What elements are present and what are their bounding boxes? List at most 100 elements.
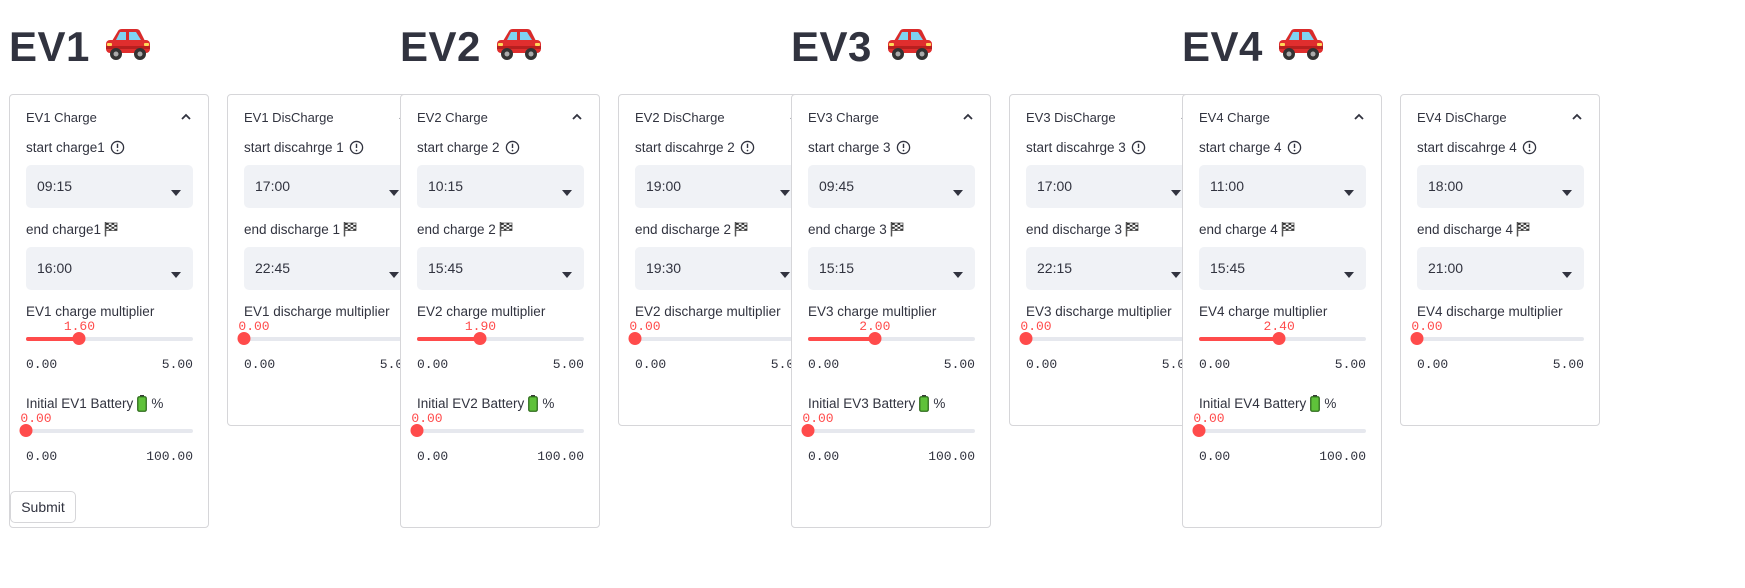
start-time-label-text: start discahrge 3 xyxy=(1026,140,1126,155)
expander-header[interactable]: EV4 Charge xyxy=(1183,95,1381,139)
help-icon[interactable] xyxy=(896,140,911,155)
slider-track[interactable] xyxy=(1199,332,1366,345)
expander-header[interactable]: EV1 Charge xyxy=(10,95,208,139)
end-time-select[interactable]: 15:15 xyxy=(808,247,975,290)
end-time-label-text: end discharge 3 xyxy=(1026,221,1123,237)
battery-label-unit: % xyxy=(542,396,555,411)
ev-heading-text: EV4 xyxy=(1182,23,1263,70)
multiplier-slider[interactable]: 2.40 0.00 5.00 xyxy=(1199,319,1366,379)
slider-thumb[interactable] xyxy=(801,424,815,437)
start-time-select[interactable]: 11:00 xyxy=(1199,165,1366,208)
select-value: 15:15 xyxy=(819,260,855,276)
help-icon[interactable] xyxy=(740,140,755,155)
help-icon[interactable] xyxy=(505,140,520,155)
expander-header[interactable]: EV4 DisCharge xyxy=(1401,95,1599,139)
multiplier-label-text: EV3 charge multiplier xyxy=(808,304,937,319)
battery-label-text: Initial EV3 Battery xyxy=(808,396,916,411)
slider-thumb[interactable] xyxy=(72,332,86,345)
battery-slider[interactable]: 0.00 0.00 100.00 xyxy=(801,411,975,471)
expander-title: EV1 DisCharge xyxy=(244,110,334,125)
chevron-up-icon[interactable] xyxy=(962,109,974,120)
slider-thumb[interactable] xyxy=(473,332,487,345)
expander-title: EV2 DisCharge xyxy=(635,110,725,125)
multiplier-slider[interactable]: 2.00 0.00 5.00 xyxy=(808,319,975,379)
slider-thumb[interactable] xyxy=(410,424,424,437)
chevron-up-icon[interactable] xyxy=(1571,109,1583,120)
help-icon[interactable] xyxy=(349,140,364,155)
expander-title: EV2 Charge xyxy=(417,110,488,125)
slider-track[interactable] xyxy=(26,332,193,345)
slider-track[interactable] xyxy=(237,332,411,345)
end-time-select[interactable]: 19:30 xyxy=(635,247,802,290)
multiplier-slider[interactable]: 0.00 0.00 5.00 xyxy=(237,319,411,379)
start-time-select[interactable]: 17:00 xyxy=(1026,165,1193,208)
battery-label-text: Initial EV2 Battery xyxy=(417,396,525,411)
slider-thumb[interactable] xyxy=(868,332,882,345)
help-icon[interactable] xyxy=(1287,140,1302,155)
slider-thumb[interactable] xyxy=(237,332,251,345)
chevron-up-icon[interactable] xyxy=(571,109,583,120)
slider-track[interactable] xyxy=(1019,332,1193,345)
battery-label: Initial EV2 Battery% xyxy=(417,395,554,412)
start-time-select[interactable]: 09:45 xyxy=(808,165,975,208)
slider-max-label: 100.00 xyxy=(1319,449,1366,464)
expander-header[interactable]: EV2 Charge xyxy=(401,95,599,139)
expander-header[interactable]: EV3 Charge xyxy=(792,95,990,139)
select-value: 09:15 xyxy=(37,178,73,194)
slider-thumb[interactable] xyxy=(628,332,642,345)
end-time-select[interactable]: 16:00 xyxy=(26,247,193,290)
help-icon[interactable] xyxy=(110,140,125,155)
slider-track[interactable] xyxy=(410,424,584,437)
multiplier-slider[interactable]: 1.60 0.00 5.00 xyxy=(26,319,193,379)
slider-track[interactable] xyxy=(417,332,584,345)
multiplier-slider[interactable]: 0.00 0.00 5.00 xyxy=(1019,319,1193,379)
slider-track[interactable] xyxy=(19,424,193,437)
multiplier-slider[interactable]: 0.00 0.00 5.00 xyxy=(1410,319,1584,379)
slider-thumb[interactable] xyxy=(1019,332,1033,345)
start-time-select[interactable]: 17:00 xyxy=(244,165,411,208)
start-time-select[interactable]: 10:15 xyxy=(417,165,584,208)
battery-icon xyxy=(1310,395,1321,412)
help-icon[interactable] xyxy=(1131,140,1146,155)
slider-track[interactable] xyxy=(1192,424,1366,437)
end-time-select[interactable]: 15:45 xyxy=(417,247,584,290)
multiplier-slider[interactable]: 1.90 0.00 5.00 xyxy=(417,319,584,379)
ev2-discharge-expander: EV2 DisCharge start discahrge 2 19:00 end d… xyxy=(618,94,818,426)
slider-min-label: 0.00 xyxy=(26,357,58,372)
start-time-select[interactable]: 09:15 xyxy=(26,165,193,208)
slider-track[interactable] xyxy=(808,332,975,345)
select-value: 15:45 xyxy=(428,260,464,276)
end-time-select[interactable]: 22:15 xyxy=(1026,247,1193,290)
battery-label: Initial EV4 Battery% xyxy=(1199,395,1336,412)
select-value: 19:00 xyxy=(646,178,682,194)
expander-header[interactable]: EV2 DisCharge xyxy=(619,95,817,139)
battery-slider[interactable]: 0.00 0.00 100.00 xyxy=(1192,411,1366,471)
end-time-select[interactable]: 22:45 xyxy=(244,247,411,290)
start-time-select[interactable]: 18:00 xyxy=(1417,165,1584,208)
slider-track[interactable] xyxy=(801,424,975,437)
end-time-select[interactable]: 21:00 xyxy=(1417,247,1584,290)
expander-header[interactable]: EV1 DisCharge xyxy=(228,95,426,139)
battery-slider[interactable]: 0.00 0.00 100.00 xyxy=(410,411,584,471)
multiplier-slider[interactable]: 0.00 0.00 5.00 xyxy=(628,319,802,379)
submit-button[interactable]: Submit xyxy=(10,491,76,523)
chevron-up-icon[interactable] xyxy=(1353,109,1365,120)
slider-thumb[interactable] xyxy=(19,424,33,437)
ev-heading: EV1 xyxy=(9,26,152,68)
ev-heading: EV4 xyxy=(1182,26,1325,68)
battery-slider[interactable]: 0.00 0.00 100.00 xyxy=(19,411,193,471)
start-time-label-text: start discahrge 1 xyxy=(244,140,344,155)
slider-track[interactable] xyxy=(1410,332,1584,345)
select-value: 11:00 xyxy=(1210,178,1244,194)
multiplier-label: EV2 discharge multiplier xyxy=(635,304,781,319)
slider-thumb[interactable] xyxy=(1272,332,1286,345)
slider-track[interactable] xyxy=(628,332,802,345)
start-time-select[interactable]: 19:00 xyxy=(635,165,802,208)
help-icon[interactable] xyxy=(1522,140,1537,155)
slider-thumb[interactable] xyxy=(1410,332,1424,345)
end-time-select[interactable]: 15:45 xyxy=(1199,247,1366,290)
slider-thumb[interactable] xyxy=(1192,424,1206,437)
expander-header[interactable]: EV3 DisCharge xyxy=(1010,95,1208,139)
chevron-up-icon[interactable] xyxy=(180,109,192,120)
end-time-label-text: end discharge 2 xyxy=(635,221,732,237)
